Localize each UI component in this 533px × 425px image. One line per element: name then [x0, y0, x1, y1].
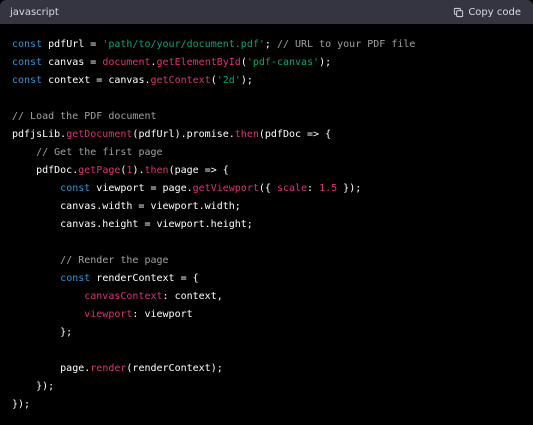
code-token: : context, — [162, 291, 223, 302]
code-token: getDocument — [66, 129, 133, 140]
code-token: (pdfUrl).promise. — [132, 129, 235, 140]
code-token: ); — [319, 57, 332, 68]
code-token: // Render the page — [60, 255, 169, 266]
code-token: pdfUrl = — [42, 39, 103, 50]
code-token: }); — [12, 381, 55, 392]
code-token: const — [12, 39, 43, 50]
code-line: canvas.width = viewport.width; — [12, 198, 533, 216]
code-line: pdfjsLib.getDocument(pdfUrl).promise.the… — [12, 126, 533, 144]
code-line: // Render the page — [12, 252, 533, 270]
code-line: }; — [12, 324, 533, 342]
code-token: then — [234, 129, 259, 140]
code-line: // Load the PDF document — [12, 108, 533, 126]
code-token: // URL to your PDF file — [276, 39, 416, 50]
code-token: getViewport — [192, 183, 259, 194]
code-token: }; — [12, 327, 73, 338]
code-token: ({ — [258, 183, 277, 194]
code-line: page.render(renderContext); — [12, 360, 533, 378]
code-token: '2d' — [216, 75, 241, 86]
code-token: const — [60, 183, 91, 194]
code-token: const — [12, 57, 43, 68]
code-token: // Load the PDF document — [12, 111, 157, 122]
code-token: 'pdf-canvas' — [246, 57, 320, 68]
copy-code-label: Copy code — [468, 6, 521, 18]
code-token: viewport — [84, 309, 133, 320]
code-token: scale — [276, 183, 308, 194]
code-line: const renderContext = { — [12, 270, 533, 288]
code-token: page. — [12, 363, 91, 374]
code-line: }); — [12, 396, 533, 414]
code-token: context = canvas. — [42, 75, 151, 86]
code-token: const — [60, 273, 91, 284]
code-token: (page => { — [168, 165, 229, 176]
code-token: renderContext = { — [90, 273, 199, 284]
code-token: then — [144, 165, 169, 176]
code-token: const — [12, 75, 43, 86]
code-token: (pdfDoc => { — [258, 129, 332, 140]
code-token: getContext — [150, 75, 211, 86]
code-token: ; — [264, 39, 277, 50]
code-token: 1.5 — [319, 183, 338, 194]
code-token: 'path/to/your/document.pdf' — [102, 39, 265, 50]
code-line: pdfDoc.getPage(1).then(page => { — [12, 162, 533, 180]
code-line: canvas.height = viewport.height; — [12, 216, 533, 234]
code-line: }); — [12, 378, 533, 396]
code-token: getPage — [78, 165, 121, 176]
code-token: ). — [132, 165, 145, 176]
code-line: // Get the first page — [12, 144, 533, 162]
copy-code-button[interactable]: Copy code — [453, 7, 521, 18]
code-token: viewport = page. — [90, 183, 193, 194]
code-token: canvas.height = viewport.height; — [12, 219, 253, 230]
code-token: }); — [12, 399, 31, 410]
code-token: : — [307, 183, 320, 194]
clipboard-icon — [453, 7, 464, 18]
code-token: pdfDoc. — [12, 165, 79, 176]
code-token: getElementById — [156, 57, 241, 68]
code-line: const canvas = document.getElementById('… — [12, 54, 533, 72]
code-token: canvas = — [42, 57, 103, 68]
language-label: javascript — [10, 6, 59, 18]
code-token: render — [90, 363, 127, 374]
code-token: ); — [240, 75, 253, 86]
code-line: viewport: viewport — [12, 306, 533, 324]
code-token: // Get the first page — [36, 147, 163, 158]
code-line: canvasContext: context, — [12, 288, 533, 306]
code-block: javascript Copy code const pdfUrl = 'pat… — [0, 0, 533, 425]
code-line: const viewport = page.getViewport({ scal… — [12, 180, 533, 198]
code-token: pdfjsLib. — [12, 129, 67, 140]
code-line: const pdfUrl = 'path/to/your/document.pd… — [12, 36, 533, 54]
code-header: javascript Copy code — [0, 0, 533, 24]
code-token: : viewport — [132, 309, 193, 320]
code-token: (renderContext); — [126, 363, 223, 374]
code-token: document — [102, 57, 151, 68]
code-body: const pdfUrl = 'path/to/your/document.pd… — [0, 24, 533, 414]
code-line: const context = canvas.getContext('2d'); — [12, 72, 533, 90]
code-token: }); — [337, 183, 362, 194]
code-token: canvasContext — [84, 291, 163, 302]
code-token: canvas.width = viewport.width; — [12, 201, 241, 212]
